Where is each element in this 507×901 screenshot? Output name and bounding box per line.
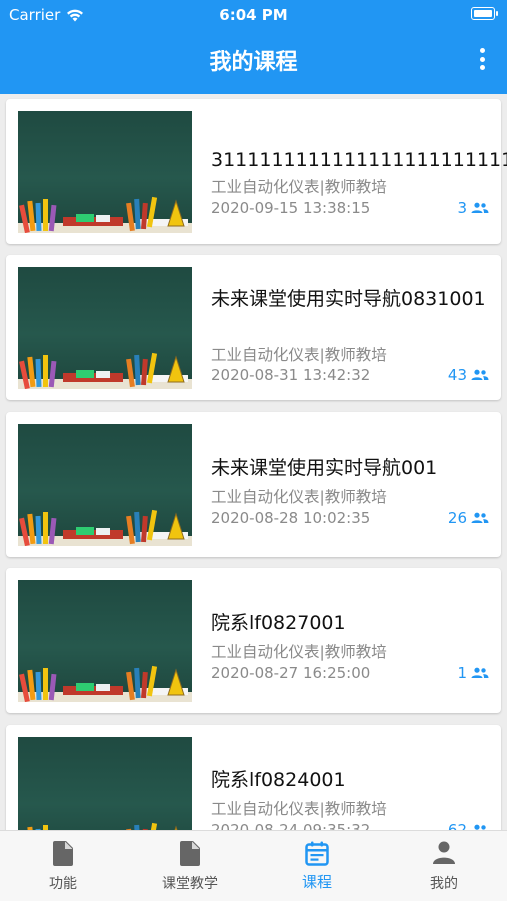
tab-mine[interactable]: 我的 — [381, 831, 507, 901]
course-thumbnail — [18, 580, 192, 702]
course-title: 3111111111111111111111111111 — [211, 149, 507, 171]
member-count: 26 — [448, 509, 489, 527]
course-date: 2020-09-15 13:38:15 — [211, 199, 371, 217]
course-date: 2020-08-24 09:35:32 — [211, 821, 371, 830]
course-category: 工业自动化仪表|教师教培 — [211, 643, 387, 661]
member-count: 3 — [457, 199, 489, 217]
document-icon — [53, 841, 73, 866]
app-header: Carrier 6:04 PM 我的课程 — [0, 0, 507, 94]
member-count-value: 43 — [447, 366, 467, 384]
course-thumbnail — [18, 111, 192, 233]
more-menu-icon[interactable] — [479, 48, 485, 70]
tab-functions[interactable]: 功能 — [0, 831, 126, 901]
course-title: 未来课堂使用实时导航0831001 — [211, 288, 486, 310]
document-icon — [180, 841, 200, 866]
course-category: 工业自动化仪表|教师教培 — [211, 178, 387, 196]
course-card[interactable]: 3111111111111111111111111111 工业自动化仪表|教师教… — [6, 99, 507, 244]
course-thumbnail — [18, 424, 192, 546]
tab-courses[interactable]: 课程 — [254, 831, 380, 901]
course-card[interactable]: 未来课堂使用实时导航0831001 工业自动化仪表|教师教培 2020-08-3… — [6, 255, 501, 400]
course-thumbnail — [18, 737, 192, 830]
course-list: 3111111111111111111111111111 工业自动化仪表|教师教… — [0, 94, 507, 830]
course-category: 工业自动化仪表|教师教培 — [211, 346, 387, 364]
people-icon — [471, 512, 489, 523]
status-time: 6:04 PM — [219, 6, 288, 24]
pencils-illustration — [18, 665, 192, 702]
battery-icon — [471, 7, 498, 20]
member-count-value: 26 — [447, 509, 467, 527]
pencils-illustration — [18, 509, 192, 546]
member-count: 62 — [448, 821, 489, 830]
member-count-value: 62 — [447, 821, 467, 830]
bottom-tab-bar: 功能 课堂教学 课程 我的 — [0, 830, 507, 901]
people-icon — [471, 202, 489, 213]
course-thumbnail — [18, 267, 192, 389]
member-count: 1 — [457, 664, 489, 682]
status-bar: Carrier 6:04 PM — [0, 0, 507, 30]
calendar-icon — [305, 841, 329, 866]
course-date: 2020-08-27 16:25:00 — [211, 664, 371, 682]
tab-label: 课堂教学 — [162, 876, 218, 892]
member-count: 43 — [448, 366, 489, 384]
tab-classroom-teaching[interactable]: 课堂教学 — [127, 831, 253, 901]
course-card[interactable]: 院系lf0827001 工业自动化仪表|教师教培 2020-08-27 16:2… — [6, 568, 501, 713]
member-count-value: 1 — [457, 664, 467, 682]
course-card[interactable]: 未来课堂使用实时导航001 工业自动化仪表|教师教培 2020-08-28 10… — [6, 412, 501, 557]
course-title: 未来课堂使用实时导航001 — [211, 457, 438, 479]
people-icon — [471, 369, 489, 380]
page-title: 我的课程 — [209, 50, 298, 75]
people-icon — [471, 667, 489, 678]
pencils-illustration — [27, 822, 178, 830]
course-date: 2020-08-31 13:42:32 — [211, 366, 371, 384]
course-date: 2020-08-28 10:02:35 — [211, 509, 371, 527]
member-count-value: 3 — [457, 199, 467, 217]
tab-label: 我的 — [430, 876, 458, 892]
person-icon — [433, 841, 455, 864]
tab-label: 功能 — [49, 876, 77, 892]
course-title: 院系lf0824001 — [211, 769, 346, 791]
tab-label: 课程 — [301, 873, 332, 891]
course-title: 院系lf0827001 — [211, 612, 346, 634]
course-category: 工业自动化仪表|教师教培 — [211, 800, 387, 818]
pencils-illustration — [18, 196, 192, 233]
pencils-illustration — [18, 352, 192, 389]
course-category: 工业自动化仪表|教师教培 — [211, 488, 387, 506]
course-card[interactable]: 院系lf0824001 工业自动化仪表|教师教培 2020-08-24 09:3… — [6, 725, 501, 830]
